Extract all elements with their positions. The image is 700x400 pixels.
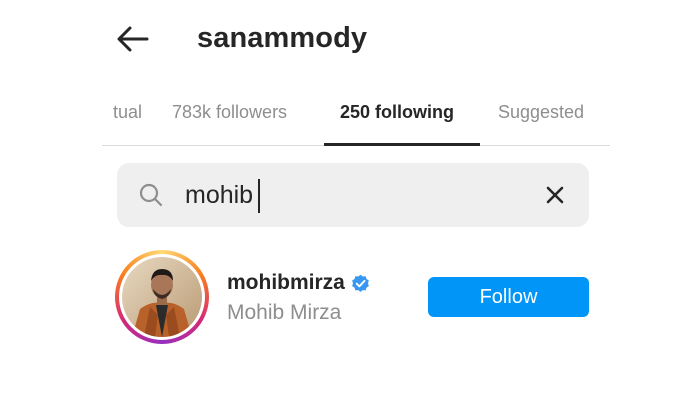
avatar [122,257,202,337]
tab-suggested[interactable]: Suggested [498,98,584,126]
story-ring[interactable] [115,250,209,344]
user-list-item[interactable]: mohibmirza Mohib Mirza Follow [115,250,595,344]
full-name: Mohib Mirza [227,301,342,324]
close-icon [546,186,564,204]
page-title: sanammody [197,22,368,54]
follow-button[interactable]: Follow [428,277,589,317]
arrow-left-icon [117,26,149,52]
following-screen: sanammody tual 783k followers 250 follow… [0,0,700,400]
verified-badge-icon [352,274,369,292]
username[interactable]: mohibmirza [227,270,345,296]
tab-mutual[interactable]: tual [90,98,142,126]
text-caret [258,179,260,213]
tab-following[interactable]: 250 following [340,98,454,126]
search-bar[interactable] [117,163,589,227]
back-button[interactable] [112,20,154,58]
active-tab-indicator [324,143,480,146]
search-icon [139,183,163,207]
tab-followers[interactable]: 783k followers [172,98,287,126]
avatar-image [122,257,202,337]
search-input[interactable] [185,175,525,215]
clear-search-button[interactable] [541,181,569,209]
